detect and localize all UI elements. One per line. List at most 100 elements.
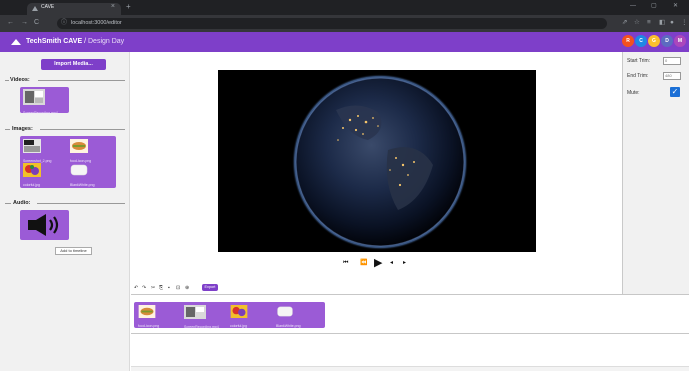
info-icon: ⓘ (61, 20, 68, 26)
colorful-thumbnail (23, 163, 41, 177)
timeline-audio-track[interactable] (131, 333, 689, 369)
colorful-thumbnail (230, 305, 248, 318)
reload-icon[interactable]: C (34, 19, 39, 27)
videos-section-label: Videos: (10, 77, 30, 83)
zoom-icon[interactable]: ⊕ (185, 285, 189, 291)
collaborator-avatar[interactable]: M (674, 35, 686, 47)
media-caption: ScreenRecording.mp4 (23, 111, 58, 115)
timeline-clip[interactable]: colorful.jpg (230, 305, 270, 328)
section-divider (5, 129, 10, 130)
address-bar[interactable]: ⓘ localhost:3000/editor (57, 18, 607, 29)
screenshot-thumbnail (23, 139, 41, 153)
clip-properties-panel: Start Trim: 0 End Trim: 480 Mute: ✓ (622, 52, 689, 294)
preview-area: ⏮ ⏪ ▶ ◂ ▸ (131, 52, 622, 294)
screen-recording-thumbnail (184, 305, 206, 319)
collaborator-avatar[interactable]: G (648, 35, 660, 47)
browser-tabstrip: CAVE × + — ▢ ✕ (0, 0, 689, 15)
new-tab-button[interactable]: + (126, 3, 131, 11)
cut-icon[interactable]: ✂ (151, 285, 155, 291)
images-bin: Screenshot_2.png food-icon.png colorful.… (20, 136, 116, 188)
media-item-video[interactable]: ScreenRecording.mp4 (23, 89, 68, 115)
title-separator: / (84, 38, 87, 45)
section-divider (40, 129, 125, 130)
cave-logo-icon (11, 39, 21, 45)
images-section-label: Images: (12, 126, 33, 132)
food-thumbnail (70, 139, 88, 153)
minimize-icon[interactable]: — (630, 3, 636, 10)
blank-white-thumbnail (277, 306, 293, 317)
project-name[interactable]: Design Day (88, 38, 124, 45)
close-tab-icon[interactable]: × (111, 3, 115, 10)
browser-toolbar: ← → C ⓘ localhost:3000/editor ⇗ ☆ ≡ ◧ ● … (0, 15, 689, 32)
clip-caption: ScreenRecording.mp4 (184, 325, 219, 329)
mute-checkbox[interactable]: ✓ (670, 87, 680, 97)
media-library-panel: Import Media... Videos: ScreenRecording.… (0, 52, 130, 371)
clip-caption: BlankWhite.png (276, 324, 301, 328)
browser-tab[interactable]: CAVE × (27, 3, 121, 15)
undo-icon[interactable]: ↶ (134, 285, 138, 291)
timeline-clip[interactable]: ScreenRecording.mp4 (184, 305, 224, 329)
end-trim-input[interactable]: 480 (663, 72, 681, 80)
clip-caption: food-icon.png (138, 324, 160, 328)
copy-icon[interactable]: ⎘ (159, 285, 163, 291)
section-divider (38, 80, 125, 81)
section-divider (5, 80, 9, 81)
media-caption: BlankWhite.png (70, 183, 95, 187)
window-close-icon[interactable]: ✕ (673, 3, 678, 10)
redo-icon[interactable]: ↷ (142, 285, 146, 291)
add-to-timeline-button[interactable]: Add to timeline (55, 247, 92, 255)
brand-name: TechSmith CAVE (26, 38, 83, 45)
start-trim-label: Start Trim: (627, 58, 651, 64)
clip-caption: colorful.jpg (230, 324, 247, 328)
speaker-icon[interactable] (26, 213, 64, 237)
sidepanel-icon[interactable]: ◧ (659, 19, 665, 27)
app-header: TechSmith CAVE / Design Day RCGDM (0, 32, 689, 52)
url-text: localhost:3000/editor (71, 20, 122, 26)
play-button[interactable]: ▶ (374, 258, 382, 269)
delete-icon[interactable]: ▪ (168, 285, 170, 291)
bookmark-star-icon[interactable]: ☆ (634, 19, 640, 27)
app-title: TechSmith CAVE / Design Day (26, 37, 124, 46)
frame-forward-button[interactable]: ▸ (403, 258, 406, 268)
timeline-scrollbar[interactable] (131, 366, 689, 371)
start-trim-input[interactable]: 0 (663, 57, 681, 65)
media-item-image[interactable]: colorful.jpg (23, 163, 45, 187)
section-divider (37, 203, 125, 204)
video-player[interactable] (218, 70, 536, 252)
share-icon[interactable]: ⇗ (622, 19, 627, 27)
food-thumbnail (138, 305, 156, 318)
menu-icon[interactable]: ⋮ (681, 19, 688, 27)
end-trim-label: End Trim: (627, 73, 649, 79)
timeline-clip[interactable]: BlankWhite.png (276, 305, 316, 328)
frame-back-button[interactable]: ◂ (390, 258, 393, 268)
media-item-image[interactable]: BlankWhite.png (70, 163, 95, 187)
media-item-image[interactable]: food-icon.png (70, 139, 92, 163)
collaborator-avatar[interactable]: D (661, 35, 673, 47)
timeline-divider (131, 294, 689, 295)
collaborator-avatar[interactable]: C (635, 35, 647, 47)
export-button[interactable]: Export (202, 284, 218, 291)
rewind-button[interactable]: ⏪ (360, 258, 367, 268)
profile-icon[interactable]: ● (670, 19, 674, 27)
audio-section-label: Audio: (13, 200, 31, 206)
forward-icon[interactable]: → (21, 19, 28, 27)
tab-search-icon[interactable]: ≡ (647, 19, 651, 27)
back-icon[interactable]: ← (7, 19, 14, 27)
blank-white-thumbnail (70, 164, 88, 176)
cave-favicon-icon (32, 6, 38, 11)
mute-label: Mute: (627, 90, 640, 96)
screen-recording-thumbnail (23, 89, 45, 105)
skip-back-button[interactable]: ⏮ (343, 258, 348, 268)
collaborator-avatar[interactable]: R (622, 35, 634, 47)
tab-title: CAVE (41, 4, 55, 10)
crop-icon[interactable]: ⊡ (176, 285, 180, 291)
timeline-track: food-icon.png ScreenRecording.mp4 colorf… (134, 302, 325, 329)
videos-bin: ScreenRecording.mp4 (20, 87, 69, 115)
earth-video-frame (292, 74, 468, 250)
timeline-clip[interactable]: food-icon.png (138, 305, 178, 328)
maximize-icon[interactable]: ▢ (651, 3, 657, 10)
section-divider (5, 203, 11, 204)
import-media-button[interactable]: Import Media... (41, 59, 106, 70)
media-item-image[interactable]: Screenshot_2.png (23, 139, 51, 163)
audio-bin (20, 210, 69, 240)
